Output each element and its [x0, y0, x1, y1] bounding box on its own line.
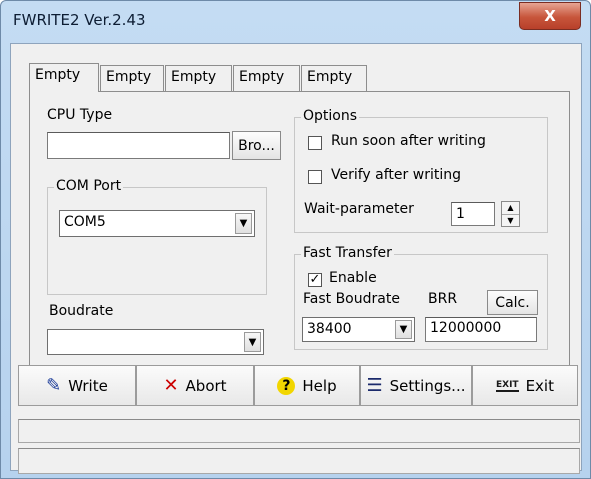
brr-value: 12000000: [430, 320, 502, 336]
tab-4[interactable]: Empty: [233, 65, 300, 91]
tab-1[interactable]: Empty: [29, 63, 99, 92]
abort-button[interactable]: ✕ Abort: [136, 365, 254, 406]
calc-button-label: Calc.: [495, 294, 530, 311]
help-button[interactable]: ? Help: [254, 365, 360, 406]
com-port-group: COM Port: [47, 178, 267, 295]
tab-label: Empty: [35, 67, 81, 83]
close-button[interactable]: X: [519, 2, 581, 30]
spin-up-icon[interactable]: ▲: [502, 202, 519, 215]
fast-boudrate-label: Fast Boudrate: [303, 291, 400, 307]
toolbar: ✎ Write ✕ Abort ? Help ☰ Settings... EXI…: [18, 365, 578, 406]
title-bar[interactable]: FWRITE2 Ver.2.43 X: [1, 1, 590, 41]
window-title: FWRITE2 Ver.2.43: [13, 11, 146, 29]
chevron-down-icon[interactable]: ▼: [395, 320, 412, 339]
run-soon-checkbox[interactable]: [308, 136, 322, 150]
com-port-value: COM5: [64, 214, 106, 230]
enable-label[interactable]: Enable: [329, 270, 377, 286]
run-soon-label[interactable]: Run soon after writing: [331, 133, 486, 149]
question-bulb-icon: ?: [277, 376, 296, 395]
fast-boudrate-value: 38400: [307, 321, 352, 337]
abort-label: Abort: [185, 376, 227, 395]
check-mark-icon: ✓: [309, 272, 321, 287]
app-window: FWRITE2 Ver.2.43 X Empty Empty Empty Emp…: [0, 0, 591, 479]
write-button[interactable]: ✎ Write: [18, 365, 136, 406]
write-label: Write: [68, 376, 108, 395]
settings-form-icon: ☰: [366, 374, 383, 396]
tab-2[interactable]: Empty: [100, 65, 164, 91]
fast-boudrate-select[interactable]: 38400 ▼: [302, 317, 415, 342]
cpu-type-label: CPU Type: [47, 107, 113, 123]
fast-transfer-label: Fast Transfer: [301, 245, 394, 261]
exit-sign-icon: EXIT: [496, 379, 519, 392]
tab-label: Empty: [106, 69, 152, 85]
calc-button[interactable]: Calc.: [487, 290, 538, 315]
options-label: Options: [301, 108, 360, 124]
cpu-type-input[interactable]: [47, 132, 230, 159]
tab-label: Empty: [239, 69, 285, 85]
close-icon: X: [544, 7, 556, 25]
brr-input[interactable]: 12000000: [425, 317, 537, 342]
exit-label: Exit: [525, 376, 554, 395]
exit-button[interactable]: EXIT Exit: [472, 365, 578, 406]
chevron-down-icon[interactable]: ▼: [244, 332, 261, 352]
wait-parameter-value: 1: [456, 206, 465, 222]
status-bar-2: [18, 448, 580, 474]
browse-button[interactable]: Bro...: [232, 131, 281, 160]
help-label: Help: [302, 376, 337, 395]
enable-checkbox[interactable]: ✓: [308, 273, 322, 287]
browse-button-label: Bro...: [238, 137, 275, 154]
chevron-down-icon[interactable]: ▼: [235, 213, 252, 234]
tab-3[interactable]: Empty: [165, 65, 232, 91]
com-port-select[interactable]: COM5 ▼: [59, 210, 255, 237]
wait-parameter-label: Wait-parameter: [304, 201, 414, 217]
boudrate-label: Boudrate: [49, 303, 114, 319]
pen-icon: ✎: [46, 374, 62, 396]
settings-button[interactable]: ☰ Settings...: [360, 365, 472, 406]
boudrate-select[interactable]: ▼: [47, 329, 264, 355]
tab-label: Empty: [307, 69, 353, 85]
verify-checkbox[interactable]: [308, 170, 322, 184]
wait-parameter-spinner[interactable]: ▲ ▼: [501, 201, 520, 227]
tab-5[interactable]: Empty: [301, 65, 367, 91]
status-bar-1: [18, 419, 580, 443]
spin-down-icon[interactable]: ▼: [502, 215, 519, 227]
x-mark-icon: ✕: [163, 374, 179, 396]
brr-label: BRR: [428, 291, 458, 307]
tab-label: Empty: [171, 69, 217, 85]
com-port-label: COM Port: [54, 178, 124, 194]
verify-label[interactable]: Verify after writing: [331, 167, 461, 183]
wait-parameter-input[interactable]: 1: [451, 202, 495, 226]
settings-label: Settings...: [389, 376, 466, 395]
